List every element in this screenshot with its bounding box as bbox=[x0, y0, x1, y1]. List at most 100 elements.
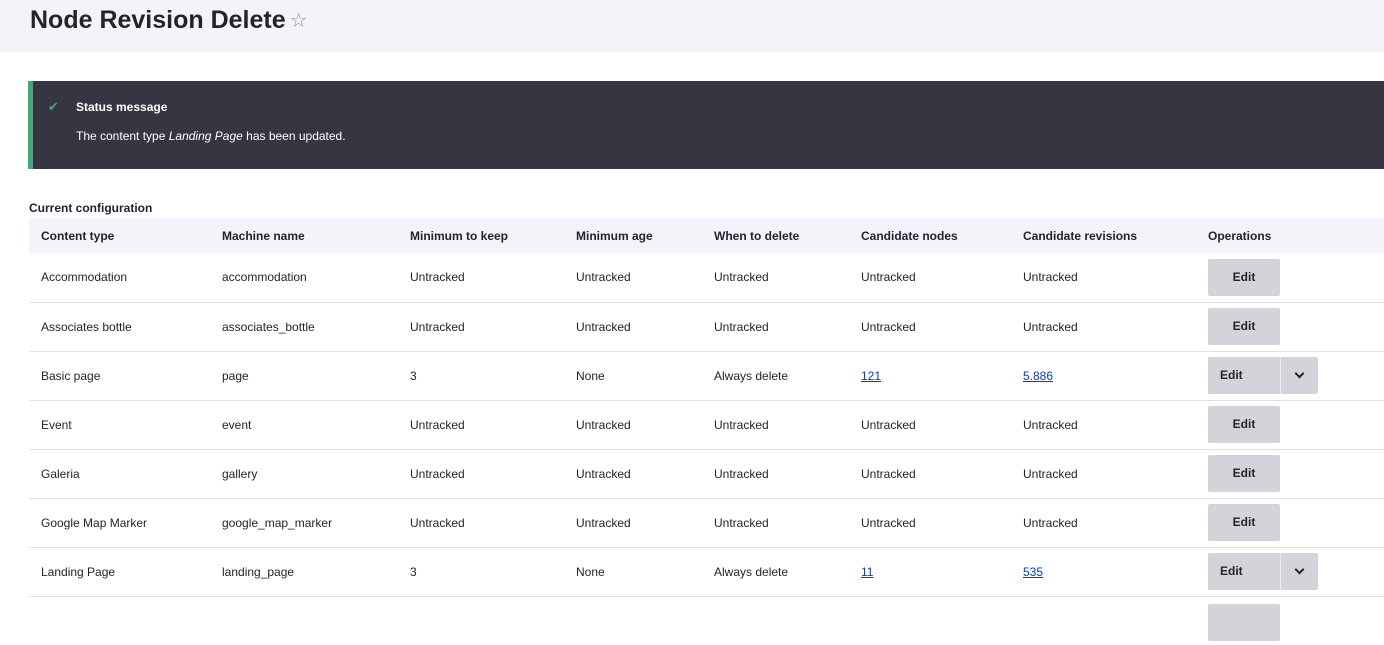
cell-candidate-nodes: Untracked bbox=[849, 449, 1011, 499]
cell-candidate-revisions: Untracked bbox=[1011, 498, 1196, 548]
status-text-content-type: Landing Page bbox=[168, 129, 243, 143]
page-title-text: Node Revision Delete bbox=[30, 6, 286, 34]
page-title: Node Revision Delete ☆ bbox=[30, 2, 308, 39]
cell-candidate-revisions: 535 bbox=[1011, 547, 1196, 597]
cell-minimum-age: None bbox=[564, 351, 702, 401]
table-row: Basic page page 3 None Always delete 121… bbox=[29, 351, 1384, 401]
cell-machine-name: event bbox=[210, 400, 398, 450]
cell-machine-name: gallery bbox=[210, 449, 398, 499]
header-minimum-to-keep: Minimum to keep bbox=[398, 218, 564, 253]
cell-when-to-delete: Untracked bbox=[702, 253, 849, 303]
cell-candidate-nodes: Untracked bbox=[849, 253, 1011, 303]
star-icon[interactable]: ☆ bbox=[290, 3, 308, 39]
table-caption: Current configuration bbox=[29, 201, 153, 215]
cell-content-type: Event bbox=[29, 400, 210, 450]
header-candidate-revisions: Candidate revisions bbox=[1011, 218, 1196, 253]
table-header-row: Content type Machine name Minimum to kee… bbox=[29, 218, 1384, 253]
cell-candidate-revisions: Untracked bbox=[1011, 449, 1196, 499]
cell-machine-name: page bbox=[210, 351, 398, 401]
cell-candidate-nodes: 121 bbox=[849, 351, 1011, 401]
cell-content-type: Galeria bbox=[29, 449, 210, 499]
dropbutton-toggle[interactable] bbox=[1280, 553, 1318, 590]
cell-minimum-to-keep: Untracked bbox=[398, 302, 564, 352]
table-row: Landing Page landing_page 3 None Always … bbox=[29, 547, 1384, 597]
check-icon: ✔ bbox=[48, 99, 59, 114]
edit-button[interactable]: Edit bbox=[1208, 455, 1280, 492]
header-content-type: Content type bbox=[29, 218, 210, 253]
status-text: The content type Landing Page has been u… bbox=[76, 128, 346, 144]
cell-candidate-nodes: Untracked bbox=[849, 400, 1011, 450]
cell-minimum-to-keep: Untracked bbox=[398, 400, 564, 450]
table-row bbox=[29, 596, 1384, 645]
table-row: Associates bottle associates_bottle Untr… bbox=[29, 302, 1384, 352]
chevron-down-icon bbox=[1294, 564, 1305, 575]
header-operations: Operations bbox=[1196, 218, 1384, 253]
candidate-nodes-link[interactable]: 121 bbox=[861, 369, 881, 383]
edit-button[interactable] bbox=[1208, 603, 1280, 641]
edit-button[interactable]: Edit bbox=[1208, 553, 1280, 590]
edit-button[interactable]: Edit bbox=[1208, 308, 1280, 345]
cell-content-type: Basic page bbox=[29, 351, 210, 401]
cell-when-to-delete: Untracked bbox=[702, 302, 849, 352]
candidate-nodes-link[interactable]: 11 bbox=[861, 565, 873, 579]
cell-operations bbox=[1196, 596, 1384, 645]
table-row: Event event Untracked Untracked Untracke… bbox=[29, 400, 1384, 450]
cell-operations: Edit bbox=[1196, 547, 1384, 597]
candidate-revisions-link[interactable]: 535 bbox=[1023, 565, 1043, 579]
edit-button[interactable]: Edit bbox=[1208, 406, 1280, 443]
cell-when-to-delete: Untracked bbox=[702, 449, 849, 499]
status-message: ✔ Status message The content type Landin… bbox=[28, 81, 1384, 169]
cell-minimum-age: Untracked bbox=[564, 498, 702, 548]
cell-minimum-to-keep: 3 bbox=[398, 351, 564, 401]
cell-minimum-age: Untracked bbox=[564, 302, 702, 352]
cell-minimum-age: Untracked bbox=[564, 449, 702, 499]
chevron-down-icon bbox=[1294, 368, 1305, 379]
table-row: Accommodation accommodation Untracked Un… bbox=[29, 253, 1384, 303]
cell-minimum-age: None bbox=[564, 547, 702, 597]
header-candidate-nodes: Candidate nodes bbox=[849, 218, 1011, 253]
cell-minimum-to-keep: 3 bbox=[398, 547, 564, 597]
cell-operations: Edit bbox=[1196, 253, 1384, 303]
edit-button[interactable]: Edit bbox=[1208, 504, 1280, 541]
cell-candidate-nodes: Untracked bbox=[849, 498, 1011, 548]
status-heading: Status message bbox=[76, 100, 168, 114]
cell-minimum-to-keep: Untracked bbox=[398, 449, 564, 499]
edit-button[interactable]: Edit bbox=[1208, 357, 1280, 394]
cell-operations: Edit bbox=[1196, 302, 1384, 352]
cell-operations: Edit bbox=[1196, 449, 1384, 499]
cell-machine-name: associates_bottle bbox=[210, 302, 398, 352]
cell-content-type: Associates bottle bbox=[29, 302, 210, 352]
cell-content-type: Google Map Marker bbox=[29, 498, 210, 548]
operations-dropbutton: Edit bbox=[1208, 357, 1318, 394]
edit-button[interactable]: Edit bbox=[1208, 258, 1280, 296]
cell-when-to-delete: Always delete bbox=[702, 547, 849, 597]
cell-content-type: Landing Page bbox=[29, 547, 210, 597]
header-minimum-age: Minimum age bbox=[564, 218, 702, 253]
cell-when-to-delete: Untracked bbox=[702, 498, 849, 548]
header-machine-name: Machine name bbox=[210, 218, 398, 253]
cell-candidate-revisions: Untracked bbox=[1011, 400, 1196, 450]
table-row: Google Map Marker google_map_marker Untr… bbox=[29, 498, 1384, 548]
operations-dropbutton: Edit bbox=[1208, 553, 1318, 590]
status-text-after: has been updated. bbox=[242, 129, 346, 143]
cell-candidate-revisions: 5.886 bbox=[1011, 351, 1196, 401]
cell-candidate-revisions: Untracked bbox=[1011, 253, 1196, 303]
cell-candidate-nodes: 11 bbox=[849, 547, 1011, 597]
cell-minimum-to-keep: Untracked bbox=[398, 253, 564, 303]
candidate-revisions-link[interactable]: 5.886 bbox=[1023, 369, 1053, 383]
cell-candidate-revisions: Untracked bbox=[1011, 302, 1196, 352]
cell-minimum-age: Untracked bbox=[564, 400, 702, 450]
cell-content-type: Accommodation bbox=[29, 253, 210, 303]
cell-operations: Edit bbox=[1196, 498, 1384, 548]
cell-when-to-delete: Untracked bbox=[702, 400, 849, 450]
table-row: Galeria gallery Untracked Untracked Untr… bbox=[29, 449, 1384, 499]
header-when-to-delete: When to delete bbox=[702, 218, 849, 253]
config-table: Content type Machine name Minimum to kee… bbox=[29, 218, 1384, 645]
cell-machine-name: google_map_marker bbox=[210, 498, 398, 548]
dropbutton-toggle[interactable] bbox=[1280, 357, 1318, 394]
cell-minimum-to-keep: Untracked bbox=[398, 498, 564, 548]
status-text-before: The content type bbox=[76, 129, 169, 143]
page-header: Node Revision Delete ☆ bbox=[0, 0, 1384, 52]
cell-operations: Edit bbox=[1196, 351, 1384, 401]
cell-when-to-delete: Always delete bbox=[702, 351, 849, 401]
